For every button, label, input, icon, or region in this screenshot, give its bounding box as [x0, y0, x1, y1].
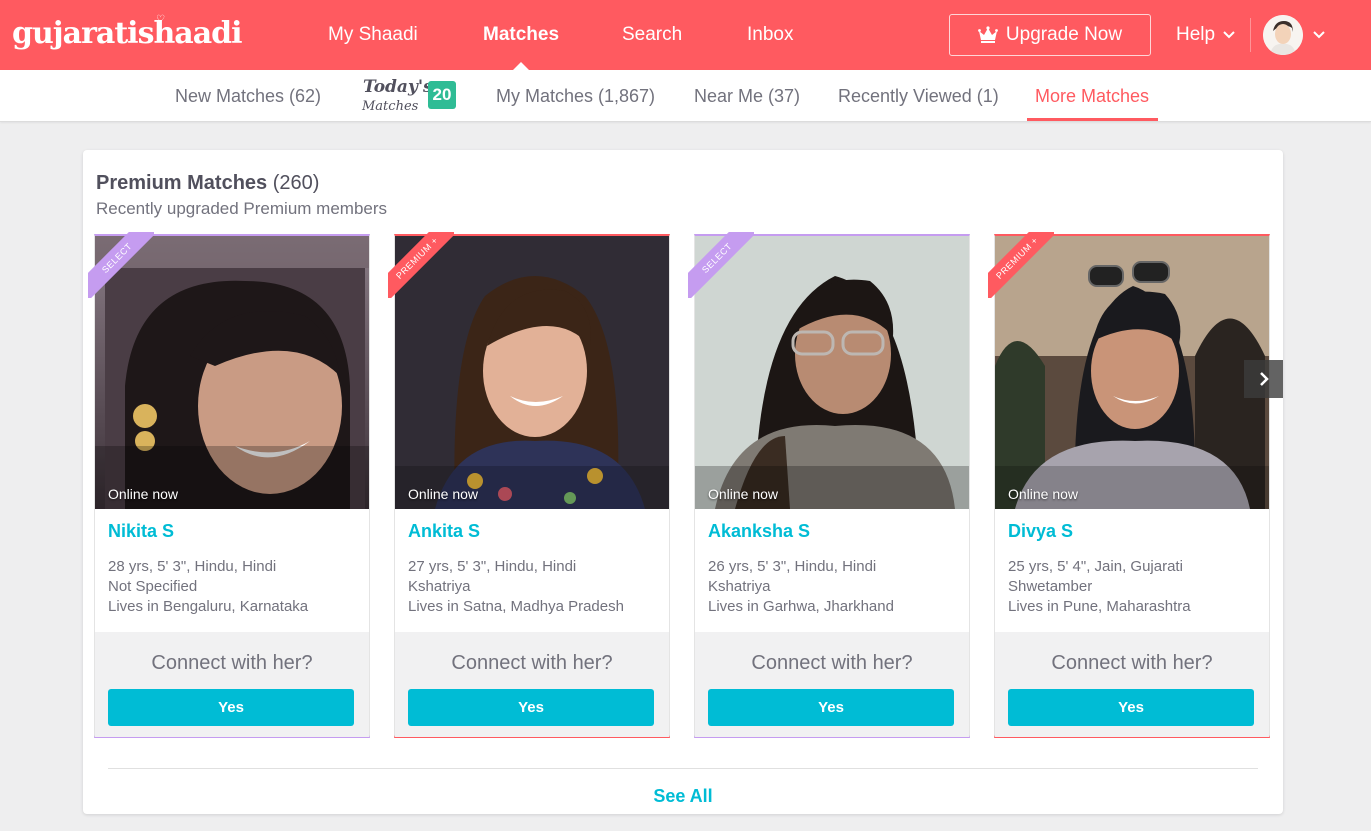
profile-location: Lives in Satna, Madhya Pradesh [408, 598, 624, 615]
profile-name[interactable]: Nikita S [108, 521, 174, 542]
see-all-link[interactable]: See All [83, 786, 1283, 807]
help-menu[interactable]: Help [1176, 24, 1235, 46]
profile-photo[interactable]: Online now [995, 236, 1269, 509]
nav-matches[interactable]: Matches [483, 24, 559, 46]
section-title-text: Premium Matches [96, 172, 268, 194]
connect-yes-button[interactable]: Yes [408, 689, 654, 726]
profile-card: Online now SELECT Nikita S 28 yrs, 5' 3"… [88, 232, 370, 738]
online-status: Online now [408, 486, 479, 502]
active-nav-caret [513, 62, 529, 70]
connect-yes-button[interactable]: Yes [108, 689, 354, 726]
profile-photo[interactable]: Online now [395, 236, 669, 509]
online-status: Online now [1008, 486, 1079, 502]
panel-divider [108, 768, 1258, 769]
profile-age-height-religion: 25 yrs, 5' 4", Jain, Gujarati [1008, 558, 1183, 575]
connect-yes-button[interactable]: Yes [1008, 689, 1254, 726]
todays-line1: Today's [363, 77, 433, 97]
crown-icon [978, 26, 998, 43]
profile-caste: Shwetamber [1008, 578, 1093, 595]
profile-details: 25 yrs, 5' 4", Jain, Gujarati Shwetamber… [1008, 557, 1191, 617]
profile-caste: Kshatriya [408, 578, 471, 595]
upgrade-label: Upgrade Now [1005, 24, 1123, 45]
todays-count-badge: 20 [428, 81, 456, 109]
profile-name[interactable]: Divya S [1008, 521, 1073, 542]
connect-question: Connect with her? [1051, 652, 1213, 674]
upgrade-now-button[interactable]: Upgrade Now [949, 14, 1151, 56]
online-status: Online now [108, 486, 179, 502]
profile-card: Online now PREMIUM + Divya S 25 yrs, 5' … [988, 232, 1270, 738]
profile-location: Lives in Garhwa, Jharkhand [708, 598, 894, 615]
profile-details: 27 yrs, 5' 3", Hindu, Hindi Kshatriya Li… [408, 557, 624, 617]
profile-details: 28 yrs, 5' 3", Hindu, Hindi Not Specifie… [108, 557, 308, 617]
chevron-down-icon [1223, 31, 1235, 39]
connect-section: Connect with her? Yes [995, 632, 1269, 737]
logo-text: gujaratishaadi [12, 16, 243, 51]
profile-name[interactable]: Ankita S [408, 521, 480, 542]
profile-location: Lives in Bengaluru, Karnataka [108, 598, 309, 615]
profile-details: 26 yrs, 5' 3", Hindu, Hindi Kshatriya Li… [708, 557, 894, 617]
section-count: (260) [272, 172, 320, 194]
connect-question: Connect with her? [751, 652, 913, 674]
tab-recently-viewed[interactable]: Recently Viewed (1) [838, 86, 999, 107]
connect-yes-button[interactable]: Yes [708, 689, 954, 726]
section-subtitle: Recently upgraded Premium members [96, 199, 388, 218]
tab-new-matches[interactable]: New Matches (62) [175, 86, 321, 107]
connect-section: Connect with her? Yes [95, 632, 369, 737]
tab-todays-matches[interactable]: Today's Matches 20 [362, 75, 458, 117]
user-avatar[interactable] [1263, 15, 1303, 55]
connect-section: Connect with her? Yes [395, 632, 669, 737]
help-label: Help [1176, 24, 1216, 45]
todays-line2: Matches [362, 99, 419, 114]
section-title: Premium Matches (260) [96, 172, 319, 195]
connect-question: Connect with her? [451, 652, 613, 674]
profile-age-height-religion: 26 yrs, 5' 3", Hindu, Hindi [708, 558, 877, 575]
nav-inbox[interactable]: Inbox [747, 24, 793, 46]
connect-question: Connect with her? [151, 652, 313, 674]
profile-location: Lives in Pune, Maharashtra [1008, 598, 1191, 615]
connect-section: Connect with her? Yes [695, 632, 969, 737]
profile-caste: Not Specified [108, 578, 198, 595]
chevron-right-icon [1259, 372, 1269, 386]
site-logo[interactable]: gujaratishaadi ♡ [12, 14, 243, 51]
logo-heart-icon: ♡ [156, 14, 165, 25]
matches-subnav: New Matches (62) Today's Matches 20 My M… [0, 70, 1371, 122]
profile-age-height-religion: 27 yrs, 5' 3", Hindu, Hindi [408, 558, 577, 575]
profile-name[interactable]: Akanksha S [708, 521, 810, 542]
profile-photo[interactable]: Online now [95, 236, 369, 509]
user-avatar-icon [1263, 15, 1303, 55]
header-divider [1250, 18, 1251, 52]
profile-card: Online now SELECT Akanksha S 26 yrs, 5' … [688, 232, 970, 738]
profile-card: Online now PREMIUM + Ankita S 27 yrs, 5'… [388, 232, 670, 738]
tab-my-matches[interactable]: My Matches (1,867) [496, 86, 655, 107]
online-status: Online now [708, 486, 779, 502]
top-navbar: gujaratishaadi ♡ My Shaadi Matches Search… [0, 0, 1371, 70]
tab-near-me[interactable]: Near Me (37) [694, 86, 800, 107]
profile-photo[interactable]: Online now [695, 236, 969, 509]
premium-matches-panel: Premium Matches (260) Recently upgraded … [83, 150, 1283, 814]
avatar-chevron-down-icon[interactable] [1313, 31, 1325, 39]
nav-my-shaadi[interactable]: My Shaadi [328, 24, 418, 46]
tab-more-matches[interactable]: More Matches [1035, 86, 1149, 107]
nav-search[interactable]: Search [622, 24, 682, 46]
profile-age-height-religion: 28 yrs, 5' 3", Hindu, Hindi [108, 558, 277, 575]
carousel-next-button[interactable] [1244, 360, 1283, 398]
active-tab-underline [1027, 118, 1158, 121]
profile-caste: Kshatriya [708, 578, 771, 595]
